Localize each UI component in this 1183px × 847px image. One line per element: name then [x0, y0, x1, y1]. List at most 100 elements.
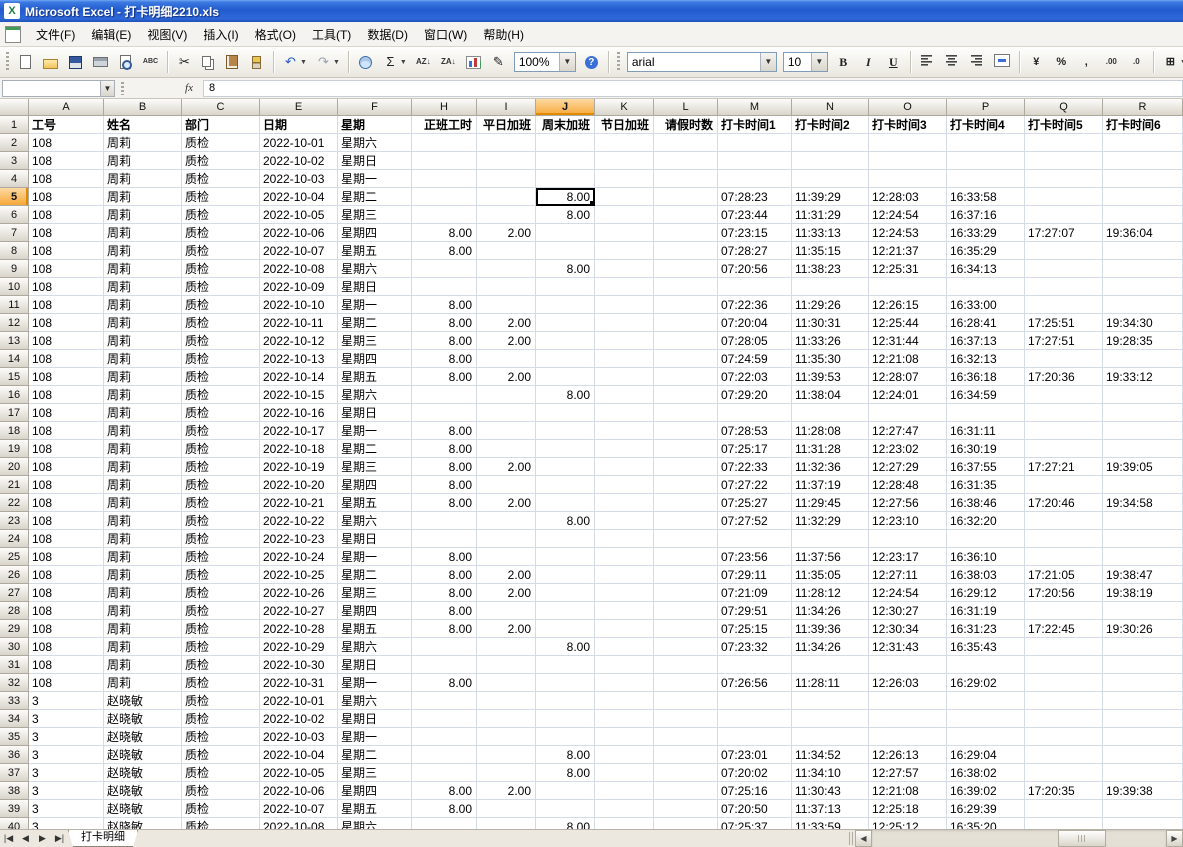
- cell-A29[interactable]: 108: [29, 620, 104, 638]
- cell-R25[interactable]: [1103, 548, 1183, 566]
- cell-I6[interactable]: [477, 206, 536, 224]
- cell-E20[interactable]: 2022-10-19: [260, 458, 338, 476]
- cell-B35[interactable]: 赵晓敏: [104, 728, 182, 746]
- cell-M36[interactable]: 07:23:01: [718, 746, 792, 764]
- print-preview-button[interactable]: [114, 49, 137, 75]
- cell-K1[interactable]: 节日加班: [595, 116, 654, 134]
- cell-R4[interactable]: [1103, 170, 1183, 188]
- cell-E21[interactable]: 2022-10-20: [260, 476, 338, 494]
- cell-E34[interactable]: 2022-10-02: [260, 710, 338, 728]
- cell-P36[interactable]: 16:29:04: [947, 746, 1025, 764]
- horizontal-scrollbar[interactable]: ◀ ▶: [855, 830, 1183, 847]
- cell-K15[interactable]: [595, 368, 654, 386]
- cell-M3[interactable]: [718, 152, 792, 170]
- cell-M30[interactable]: 07:23:32: [718, 638, 792, 656]
- cell-E32[interactable]: 2022-10-31: [260, 674, 338, 692]
- cell-B27[interactable]: 周莉: [104, 584, 182, 602]
- cell-H16[interactable]: [412, 386, 477, 404]
- cell-R20[interactable]: 19:39:05: [1103, 458, 1183, 476]
- cell-K27[interactable]: [595, 584, 654, 602]
- cell-O35[interactable]: [869, 728, 947, 746]
- cell-B17[interactable]: 周莉: [104, 404, 182, 422]
- scroll-left-button[interactable]: ◀: [855, 830, 872, 847]
- cell-E7[interactable]: 2022-10-06: [260, 224, 338, 242]
- sheet-tab[interactable]: 打卡明细: [68, 830, 138, 847]
- cell-O8[interactable]: 12:21:37: [869, 242, 947, 260]
- column-header-o[interactable]: O: [869, 99, 947, 116]
- cell-L28[interactable]: [654, 602, 718, 620]
- cell-J35[interactable]: [536, 728, 595, 746]
- cell-Q20[interactable]: 17:27:21: [1025, 458, 1103, 476]
- cell-R5[interactable]: [1103, 188, 1183, 206]
- cell-M12[interactable]: 07:20:04: [718, 314, 792, 332]
- menu-window[interactable]: 窗口(W): [416, 24, 475, 46]
- cell-K3[interactable]: [595, 152, 654, 170]
- cell-M18[interactable]: 07:28:53: [718, 422, 792, 440]
- cell-E12[interactable]: 2022-10-11: [260, 314, 338, 332]
- cell-E16[interactable]: 2022-10-15: [260, 386, 338, 404]
- cell-L17[interactable]: [654, 404, 718, 422]
- column-header-c[interactable]: C: [182, 99, 260, 116]
- cell-E27[interactable]: 2022-10-26: [260, 584, 338, 602]
- cell-R26[interactable]: 19:38:47: [1103, 566, 1183, 584]
- autosum-button-dropdown-icon[interactable]: ▼: [400, 59, 407, 66]
- cell-N16[interactable]: 11:38:04: [792, 386, 869, 404]
- cell-L6[interactable]: [654, 206, 718, 224]
- cell-R33[interactable]: [1103, 692, 1183, 710]
- cell-I22[interactable]: 2.00: [477, 494, 536, 512]
- cell-F24[interactable]: 星期日: [338, 530, 412, 548]
- cell-K12[interactable]: [595, 314, 654, 332]
- cell-P28[interactable]: 16:31:19: [947, 602, 1025, 620]
- cell-R9[interactable]: [1103, 260, 1183, 278]
- row-header-19[interactable]: 19: [0, 440, 29, 458]
- cell-I21[interactable]: [477, 476, 536, 494]
- cell-R30[interactable]: [1103, 638, 1183, 656]
- cell-F5[interactable]: 星期二: [338, 188, 412, 206]
- cell-R37[interactable]: [1103, 764, 1183, 782]
- cell-N20[interactable]: 11:32:36: [792, 458, 869, 476]
- prev-sheet-button[interactable]: ◀: [17, 830, 34, 847]
- cell-Q28[interactable]: [1025, 602, 1103, 620]
- cell-K38[interactable]: [595, 782, 654, 800]
- cell-N9[interactable]: 11:38:23: [792, 260, 869, 278]
- cell-H32[interactable]: 8.00: [412, 674, 477, 692]
- name-box-dropdown-icon[interactable]: ▼: [100, 79, 115, 97]
- cell-Q35[interactable]: [1025, 728, 1103, 746]
- drawing-button[interactable]: ✎: [487, 49, 510, 75]
- cell-F31[interactable]: 星期日: [338, 656, 412, 674]
- cell-O37[interactable]: 12:27:57: [869, 764, 947, 782]
- cell-B21[interactable]: 周莉: [104, 476, 182, 494]
- redo-button[interactable]: ↷ ▼: [312, 49, 343, 75]
- cell-A33[interactable]: 3: [29, 692, 104, 710]
- cell-O3[interactable]: [869, 152, 947, 170]
- cell-A9[interactable]: 108: [29, 260, 104, 278]
- cell-B4[interactable]: 周莉: [104, 170, 182, 188]
- cell-R24[interactable]: [1103, 530, 1183, 548]
- cell-Q39[interactable]: [1025, 800, 1103, 818]
- menu-file[interactable]: 文件(F): [28, 24, 83, 46]
- column-header-p[interactable]: P: [947, 99, 1025, 116]
- cell-I17[interactable]: [477, 404, 536, 422]
- cell-E3[interactable]: 2022-10-02: [260, 152, 338, 170]
- cell-J23[interactable]: 8.00: [536, 512, 595, 530]
- cell-L30[interactable]: [654, 638, 718, 656]
- cell-A30[interactable]: 108: [29, 638, 104, 656]
- tab-split-handle[interactable]: [849, 832, 854, 845]
- cell-K33[interactable]: [595, 692, 654, 710]
- cell-P35[interactable]: [947, 728, 1025, 746]
- cell-C5[interactable]: 质检: [182, 188, 260, 206]
- row-header-4[interactable]: 4: [0, 170, 29, 188]
- cell-A35[interactable]: 3: [29, 728, 104, 746]
- cell-B24[interactable]: 周莉: [104, 530, 182, 548]
- column-header-m[interactable]: M: [718, 99, 792, 116]
- cell-F3[interactable]: 星期日: [338, 152, 412, 170]
- column-header-f[interactable]: F: [338, 99, 412, 116]
- cell-O1[interactable]: 打卡时间3: [869, 116, 947, 134]
- cell-Q17[interactable]: [1025, 404, 1103, 422]
- zoom-dropdown-icon[interactable]: ▼: [558, 53, 575, 71]
- cell-N32[interactable]: 11:28:11: [792, 674, 869, 692]
- cell-O32[interactable]: 12:26:03: [869, 674, 947, 692]
- name-box[interactable]: [2, 79, 100, 97]
- cell-I32[interactable]: [477, 674, 536, 692]
- cell-P30[interactable]: 16:35:43: [947, 638, 1025, 656]
